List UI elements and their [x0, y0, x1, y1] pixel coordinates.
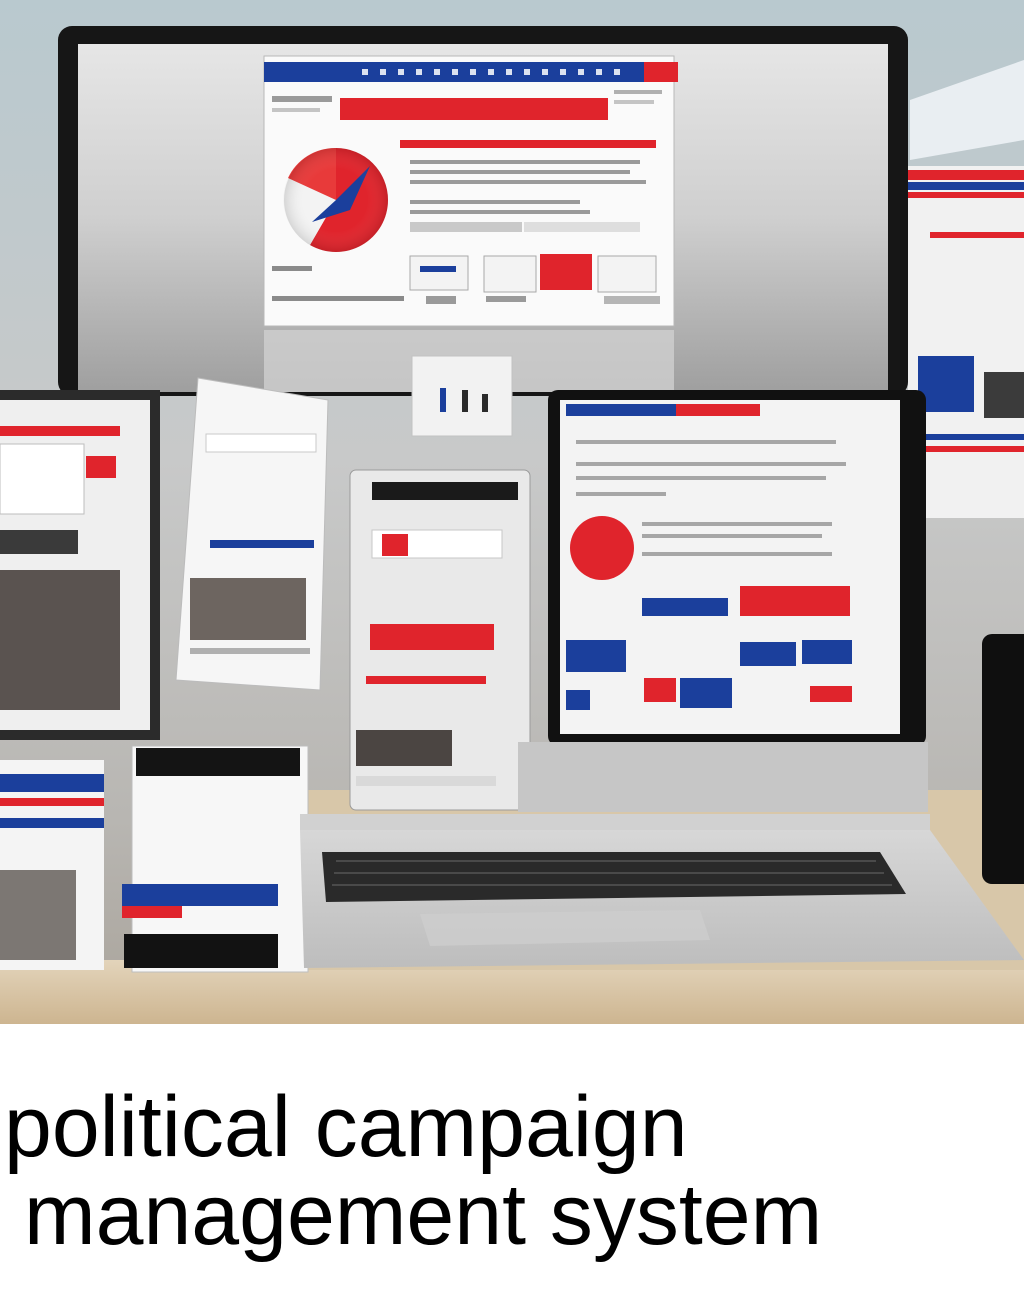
tablet-device	[349, 469, 531, 811]
campaign-workspace-photo	[0, 0, 1024, 1024]
pie-chart-graphic	[283, 147, 388, 252]
dashboard-window	[263, 55, 678, 327]
phone-device	[982, 634, 1024, 884]
caption-line-2: management system	[24, 1167, 823, 1263]
main-monitor	[58, 26, 908, 396]
caption: political campaign management system	[0, 1040, 1024, 1290]
caption-line-1: political campaign	[4, 1079, 688, 1175]
